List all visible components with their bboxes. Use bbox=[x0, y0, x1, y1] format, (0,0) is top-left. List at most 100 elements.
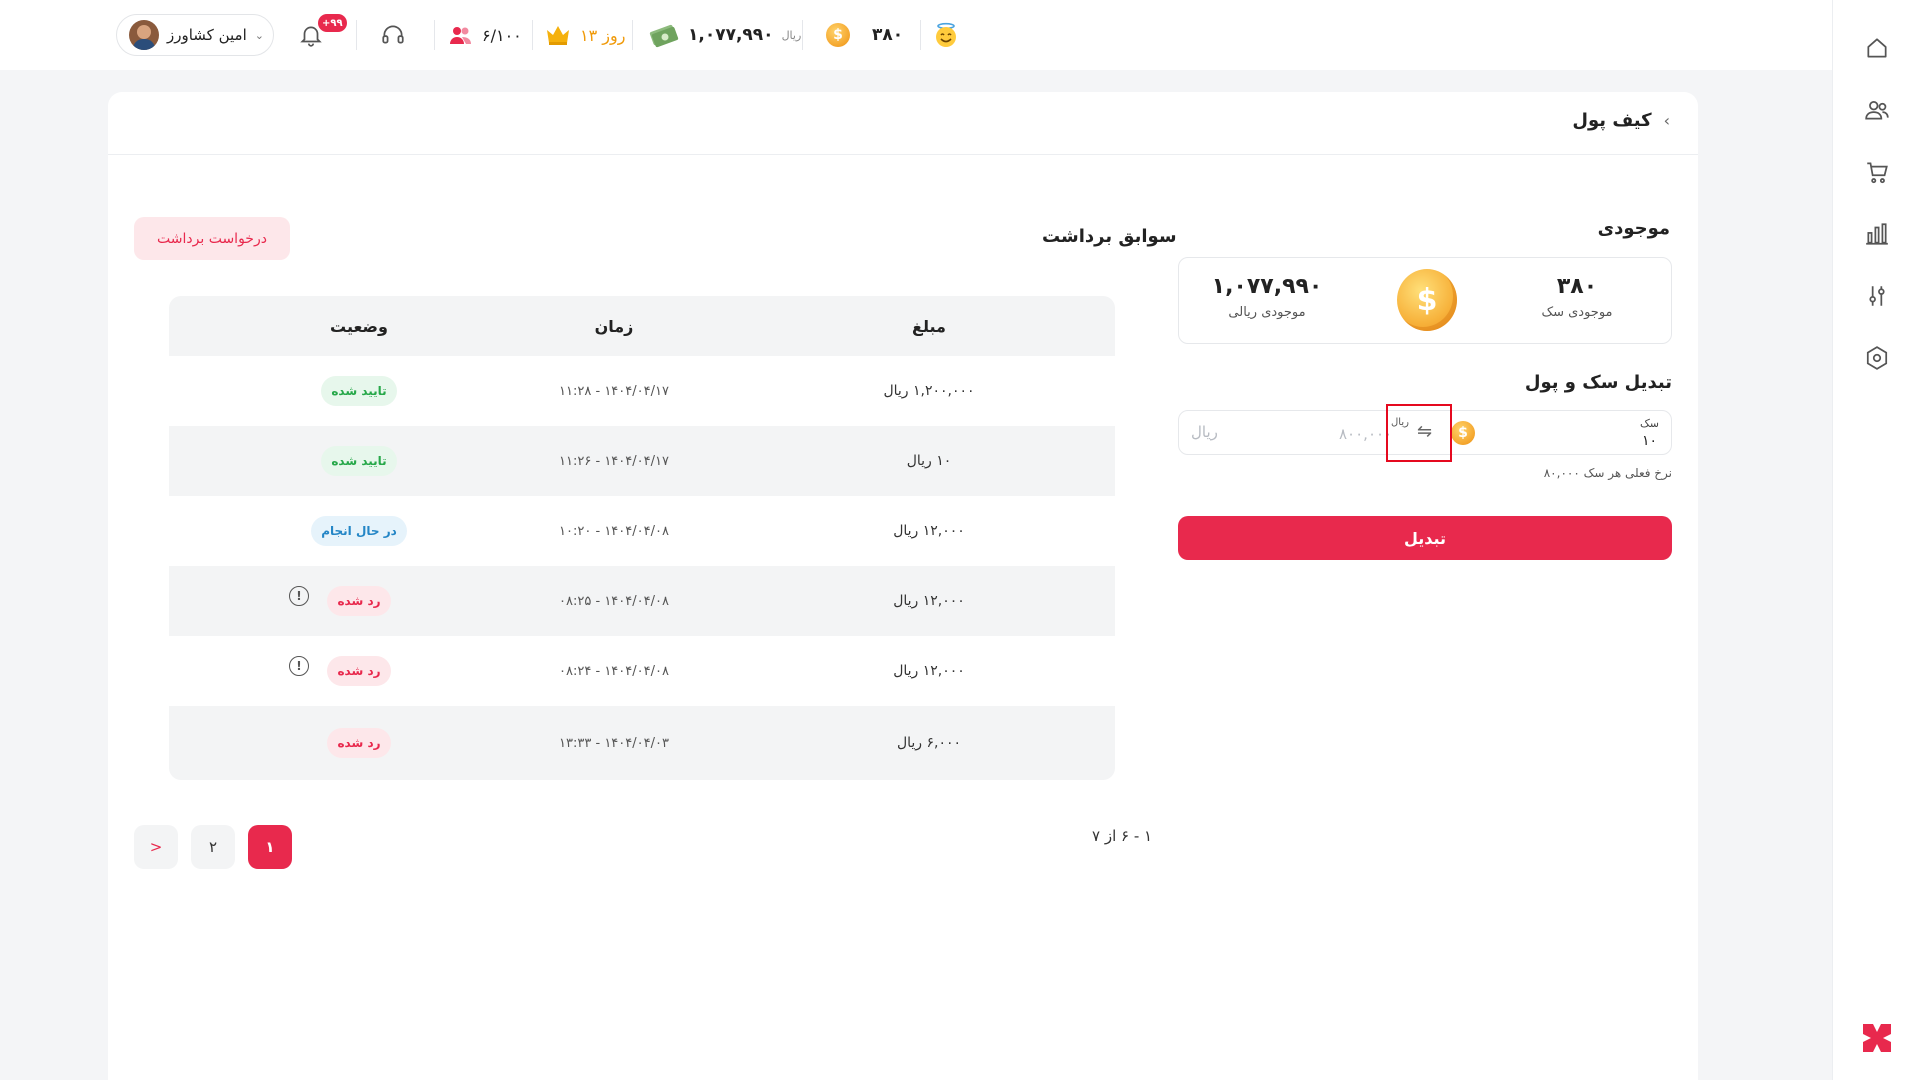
invites-stat: ۶/۱۰۰ bbox=[448, 14, 522, 56]
home-icon bbox=[1867, 38, 1887, 58]
row-amount: ۱۲,۰۰۰ ریال bbox=[893, 593, 965, 609]
avatar bbox=[129, 20, 159, 50]
convert-title: تبدیل سک و پول bbox=[1524, 372, 1672, 393]
smiley-icon bbox=[936, 22, 956, 47]
row-amount: ۱,۲۰۰,۰۰۰ ریال bbox=[883, 383, 975, 399]
user-menu[interactable]: امین کشاورز ⌄ bbox=[116, 14, 274, 56]
table-row: ۱۲,۰۰۰ ریال ۱۴۰۴/۰۴/۰۸ - ۰۸:۲۵ رد شده ! bbox=[169, 566, 1115, 636]
rate-text: نرخ فعلی هر سک ۸۰,۰۰۰ bbox=[1543, 466, 1672, 480]
wallet-unit: ریال bbox=[781, 28, 802, 42]
subscription-stat: ۱۳ روز bbox=[544, 14, 625, 56]
level-stat[interactable] bbox=[932, 14, 960, 56]
coin-balance: ۳۸۰ موجودی سک bbox=[1497, 274, 1657, 320]
withdraw-request-button[interactable]: درخواست برداشت bbox=[134, 217, 290, 260]
table-row: ۶,۰۰۰ ریال ۱۴۰۴/۰۴/۰۳ - ۱۳:۳۳ رد شده bbox=[169, 706, 1115, 780]
row-status-cell: تایید شده bbox=[239, 426, 479, 496]
coin-balance-label: موجودی سک bbox=[1541, 305, 1613, 320]
table-header: مبلغ زمان وضعیت bbox=[169, 296, 1115, 356]
coin-icon: $ bbox=[1397, 269, 1457, 331]
divider bbox=[434, 20, 435, 50]
withdrawals-title: سوابق برداشت bbox=[1042, 226, 1177, 247]
coins-stat: $ ۳۸۰ bbox=[826, 14, 903, 56]
highlight-box bbox=[1386, 404, 1452, 462]
money-icon bbox=[649, 24, 679, 48]
row-time: ۱۴۰۴/۰۴/۰۸ - ۱۰:۲۰ bbox=[559, 523, 669, 539]
users-icon bbox=[1865, 101, 1889, 120]
subscription-days: ۱۳ روز bbox=[580, 25, 626, 45]
row-time: ۱۴۰۴/۰۴/۰۸ - ۰۸:۲۴ bbox=[559, 663, 669, 679]
cart-icon bbox=[1867, 162, 1888, 184]
user-name: امین کشاورز bbox=[167, 26, 247, 44]
row-amount: ۶,۰۰۰ ریال bbox=[896, 735, 962, 751]
brand-logo-icon bbox=[1863, 1024, 1891, 1052]
rial-balance-label: موجودی ریالی bbox=[1228, 305, 1306, 320]
column-amount: مبلغ bbox=[912, 316, 946, 336]
status-badge: در حال انجام bbox=[311, 516, 407, 546]
chevron-right-icon[interactable]: › bbox=[1664, 111, 1670, 130]
rial-placeholder: ریال bbox=[1191, 423, 1218, 441]
nav-reports[interactable] bbox=[1863, 220, 1891, 248]
table-row: ۱,۲۰۰,۰۰۰ ریال ۱۴۰۴/۰۴/۱۷ - ۱۱:۲۸ تایید … bbox=[169, 356, 1115, 426]
balance-title: موجودی bbox=[1597, 218, 1670, 239]
settings-icon bbox=[1866, 346, 1888, 370]
coin-icon: $ bbox=[826, 23, 850, 47]
row-status-cell: رد شده bbox=[239, 636, 479, 706]
status-badge: رد شده bbox=[327, 728, 391, 758]
invites-count: ۶/۱۰۰ bbox=[482, 25, 522, 45]
wallet-stat: ۱,۰۷۷,۹۹۰ ریال bbox=[648, 14, 801, 56]
notification-badge: +۹۹ bbox=[318, 14, 347, 32]
nav-users[interactable] bbox=[1863, 96, 1891, 124]
divider bbox=[802, 20, 803, 50]
top-bar: امین کشاورز ⌄ +۹۹ ۶/۱۰۰ ۱۳ روز ۱,۰۷۷,۹۹۰… bbox=[0, 0, 1832, 70]
pagination-page-2[interactable]: ۲ bbox=[191, 825, 235, 869]
row-status-cell: تایید شده bbox=[239, 356, 479, 426]
row-status-cell: رد شده bbox=[239, 566, 479, 636]
breadcrumb[interactable]: › کیف پول bbox=[1572, 110, 1670, 131]
convert-button[interactable]: تبدیل bbox=[1178, 516, 1672, 560]
pagination-next-button[interactable]: > bbox=[134, 825, 178, 869]
support-button[interactable] bbox=[380, 14, 406, 56]
sliders-icon bbox=[1869, 286, 1885, 306]
chart-icon bbox=[1866, 223, 1888, 245]
rial-balance-value: ۱,۰۷۷,۹۹۰ bbox=[1211, 274, 1323, 299]
row-time: ۱۴۰۴/۰۴/۱۷ - ۱۱:۲۸ bbox=[559, 383, 669, 399]
pagination-range: ۱ - ۶ از ۷ bbox=[1092, 827, 1153, 845]
balance-box: ۳۸۰ موجودی سک $ ۱,۰۷۷,۹۹۰ موجودی ریالی bbox=[1178, 257, 1672, 344]
status-badge: تایید شده bbox=[321, 446, 397, 476]
sekke-input[interactable]: ۱۰ bbox=[1642, 433, 1657, 449]
status-badge: رد شده bbox=[327, 656, 391, 686]
row-time: ۱۴۰۴/۰۴/۰۸ - ۰۸:۲۵ bbox=[559, 593, 669, 609]
side-nav bbox=[1832, 0, 1920, 1080]
table-row: ۱۲,۰۰۰ ریال ۱۴۰۴/۰۴/۰۸ - ۰۸:۲۴ رد شده ! bbox=[169, 636, 1115, 706]
nav-shop[interactable] bbox=[1863, 158, 1891, 186]
coins-count: ۳۸۰ bbox=[872, 25, 904, 45]
wallet-amount: ۱,۰۷۷,۹۹۰ bbox=[688, 25, 774, 45]
status-badge: تایید شده bbox=[321, 376, 397, 406]
nav-settings[interactable] bbox=[1863, 344, 1891, 372]
coin-icon: $ bbox=[1451, 421, 1475, 445]
nav-filters[interactable] bbox=[1863, 282, 1891, 310]
row-amount: ۱۰ ریال bbox=[906, 453, 952, 469]
row-status-cell: رد شده bbox=[239, 706, 479, 780]
row-amount: ۱۲,۰۰۰ ریال bbox=[893, 523, 965, 539]
row-time: ۱۴۰۴/۰۴/۰۳ - ۱۳:۳۳ bbox=[559, 735, 669, 751]
headset-icon bbox=[382, 25, 404, 44]
crown-icon bbox=[547, 26, 569, 45]
page-title: کیف پول bbox=[1572, 110, 1652, 131]
column-time: زمان bbox=[594, 316, 634, 336]
table-row: ۱۲,۰۰۰ ریال ۱۴۰۴/۰۴/۰۸ - ۱۰:۲۰ در حال ان… bbox=[169, 496, 1115, 566]
pagination-page-1[interactable]: ۱ bbox=[248, 825, 292, 869]
divider bbox=[920, 20, 921, 50]
info-icon[interactable]: ! bbox=[289, 656, 309, 676]
chevron-down-icon: ⌄ bbox=[254, 28, 264, 42]
divider bbox=[356, 20, 357, 50]
rial-output: ۸۰۰,۰۰۰ bbox=[1339, 425, 1393, 443]
row-time: ۱۴۰۴/۰۴/۱۷ - ۱۱:۲۶ bbox=[559, 453, 669, 469]
nav-home[interactable] bbox=[1863, 34, 1891, 62]
info-icon[interactable]: ! bbox=[289, 586, 309, 606]
coin-balance-value: ۳۸۰ bbox=[1556, 274, 1598, 299]
table-row: ۱۰ ریال ۱۴۰۴/۰۴/۱۷ - ۱۱:۲۶ تایید شده bbox=[169, 426, 1115, 496]
users-icon bbox=[450, 27, 471, 44]
row-status-cell: در حال انجام bbox=[239, 496, 479, 566]
card-header: › کیف پول bbox=[108, 92, 1698, 155]
